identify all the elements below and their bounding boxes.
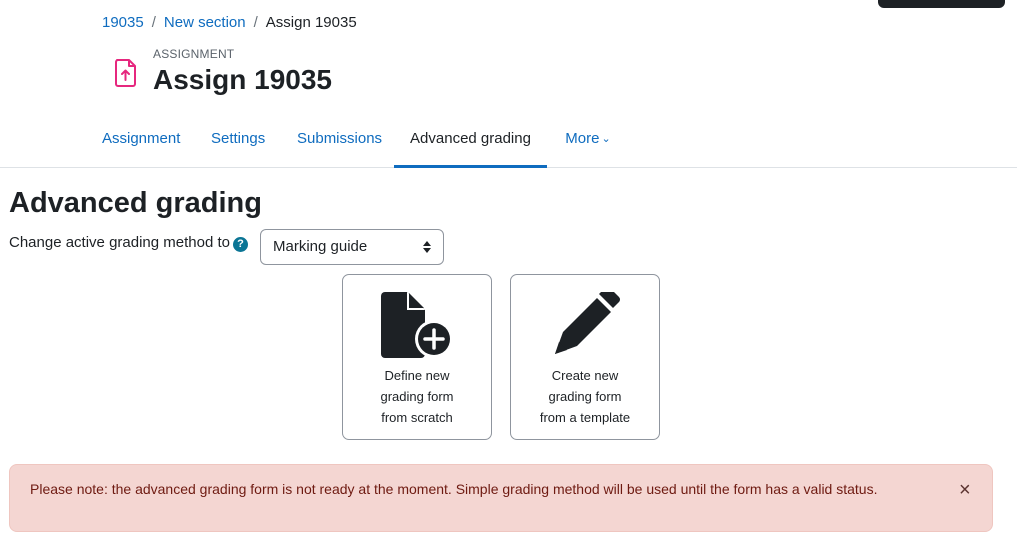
tab-submissions[interactable]: Submissions <box>297 120 382 168</box>
breadcrumb-separator: / <box>253 14 258 31</box>
chevron-down-icon: ⌄ <box>601 133 611 145</box>
grading-method-select[interactable]: Marking guide <box>260 229 444 265</box>
grading-method-label: Change active grading method to ? <box>9 234 248 252</box>
tab-advanced-grading[interactable]: Advanced grading <box>394 120 547 168</box>
section-heading: Advanced grading <box>9 187 262 219</box>
grading-method-label-text: Change active grading method to <box>9 234 230 251</box>
card-caption-line: from a template <box>539 410 631 425</box>
card-caption: Create new grading form from a template <box>511 365 659 428</box>
card-caption-line: from scratch <box>381 410 453 425</box>
user-menu-button[interactable] <box>878 0 1005 8</box>
file-plus-icon <box>381 292 453 358</box>
tab-settings[interactable]: Settings <box>211 120 265 168</box>
secondary-navigation: Assignment Settings Submissions Advanced… <box>0 120 1017 168</box>
pencil-icon <box>555 292 620 354</box>
tab-assignment[interactable]: Assignment <box>102 120 180 168</box>
card-caption-line: grading form <box>380 389 454 404</box>
grading-method-select-value: Marking guide <box>273 238 368 255</box>
page-title: Assign 19035 <box>153 64 332 95</box>
activity-type-label: ASSIGNMENT <box>153 47 235 61</box>
card-caption-line: Define new <box>384 368 450 383</box>
grading-form-alert: Please note: the advanced grading form i… <box>9 464 993 532</box>
breadcrumb-current: Assign 19035 <box>265 14 357 31</box>
define-new-form-card[interactable]: Define new grading form from scratch <box>342 274 492 440</box>
file-upload-icon <box>114 57 140 87</box>
breadcrumb: 19035 / New section / Assign 19035 <box>102 14 357 32</box>
close-icon[interactable]: × <box>959 480 971 500</box>
help-icon[interactable]: ? <box>232 237 248 252</box>
breadcrumb-item-course[interactable]: 19035 <box>102 14 144 32</box>
select-arrows-icon <box>423 241 431 253</box>
tab-more-label: More <box>565 130 600 147</box>
card-caption: Define new grading form from scratch <box>343 365 491 428</box>
breadcrumb-separator: / <box>151 14 156 31</box>
breadcrumb-item-section[interactable]: New section <box>164 14 246 32</box>
card-caption-line: grading form <box>548 389 622 404</box>
create-from-template-card[interactable]: Create new grading form from a template <box>510 274 660 440</box>
card-caption-line: Create new <box>551 368 619 383</box>
alert-message: Please note: the advanced grading form i… <box>30 481 878 497</box>
tab-more[interactable]: More ⌄ <box>563 120 613 168</box>
